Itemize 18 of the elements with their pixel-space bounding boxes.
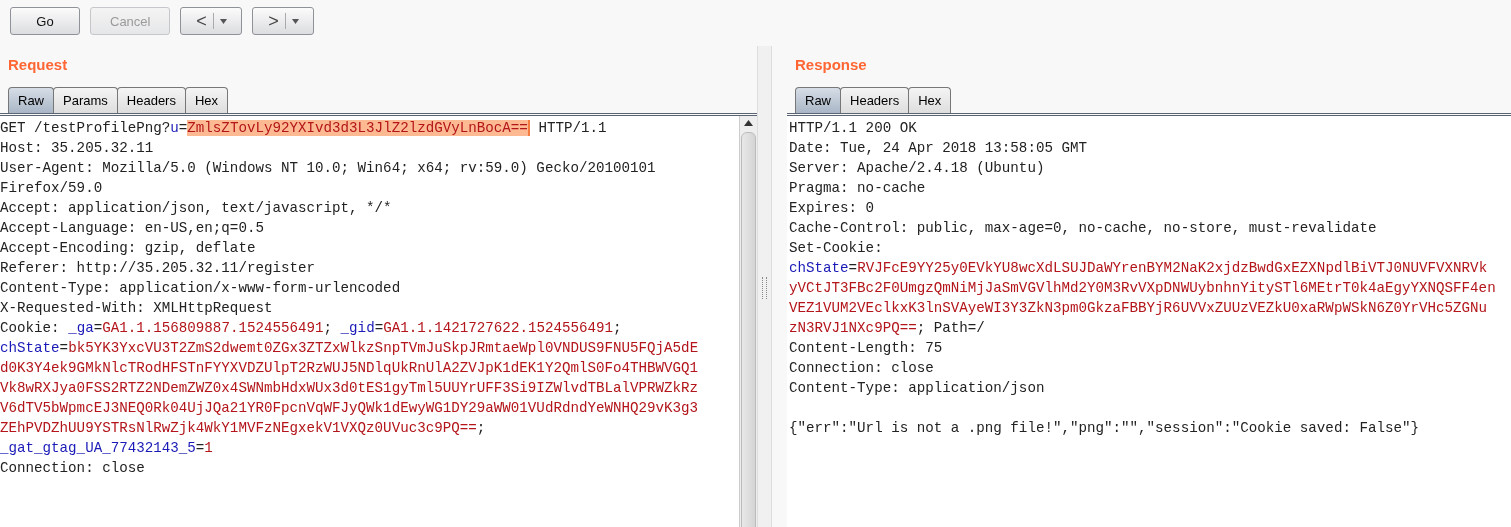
pane-title: Request: [7, 55, 69, 75]
pane-title: Response: [794, 55, 868, 75]
history-nav-button[interactable]: >: [252, 7, 315, 35]
tab[interactable]: Raw: [795, 87, 841, 113]
scroll-up-icon[interactable]: [744, 120, 753, 126]
tab[interactable]: Headers: [116, 87, 186, 113]
vertical-scrollbar[interactable]: [739, 116, 757, 527]
caret-icon: [291, 18, 299, 24]
message-text[interactable]: HTTP/1.1 200 OK Date: Tue, 24 Apr 2018 13:58:05 GMT Server: Apache/2.4.18 (Ubuntu) Pragma: no-cache Expires: 0 Cache-Control: public, max-age=0, no-cache, no-store, must-revalidate Set-Cookie: chState=RVJFcE9YY25y0EVkYU8wcXdLSUJDaWYrenBYM2NaK2xjdzBwdGxEZXNpdlBiVTJ0NUVFVXNRVk yVCtJT3FBc2F0UmgzQmNiMjJaSmVGVlhMd2Y0M3RvVXpDNWUybnhnYitySTl6MEtrT0k4aEgyYXNQSFF4en VEZ1VUM2VEclkxK3lnSVAyeWI3Y3ZkN3pm0GkzaFBBYjR6UVVxZUUzVEZkU0xaRWpWSkN6Z0YrVHc5ZGNu zN3RVJ1NXc9PQ==; Path=/ Content-Length: 75 Connection: close Content-Type: application/json {"err":"Url is not a .png file!","png":"","session":"Cookie saved: False"}: [787, 116, 1511, 527]
tab[interactable]: Raw: [8, 87, 54, 113]
splitter-handle[interactable]: [757, 46, 772, 527]
history-nav-button[interactable]: <: [180, 7, 243, 35]
go-button[interactable]: Go: [10, 7, 80, 35]
tab[interactable]: Hex: [908, 87, 952, 113]
tab[interactable]: Params: [53, 87, 118, 113]
tab[interactable]: Headers: [840, 87, 910, 113]
caret-icon: [219, 18, 227, 24]
tab[interactable]: Hex: [184, 87, 229, 113]
